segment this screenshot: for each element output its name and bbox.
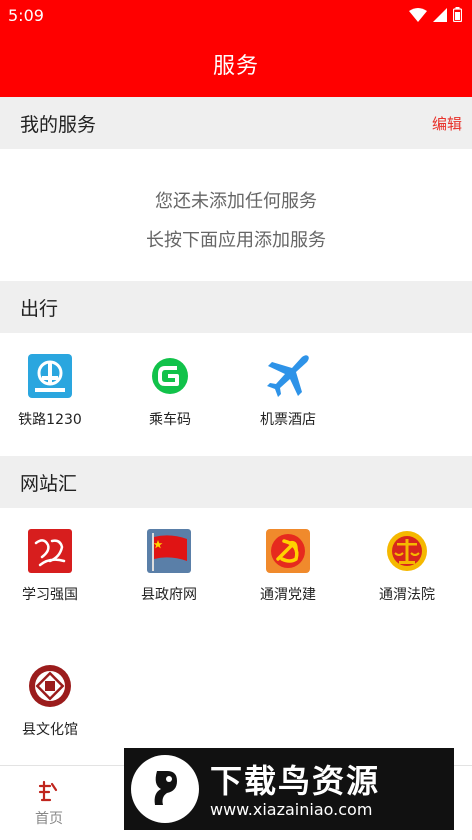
tile-flight-hotel[interactable]: 机票酒店: [238, 352, 338, 429]
my-services-header: 我的服务 编辑: [0, 97, 472, 149]
edit-button[interactable]: 编辑: [432, 113, 462, 134]
bird-logo-icon: [131, 755, 199, 823]
nav-home-label: 首页: [35, 811, 63, 827]
tile-label: 通渭法院: [379, 587, 435, 603]
tile-county-gov[interactable]: 县政府网: [119, 527, 219, 604]
tile-label: 乘车码: [149, 412, 191, 428]
tile-label: 通渭党建: [260, 587, 316, 603]
watermark-url: www.xiazainiao.com: [210, 800, 373, 819]
tile-label: 铁路1230: [18, 412, 82, 428]
travel-header: 出行: [0, 281, 472, 333]
tile-label: 县文化馆: [22, 722, 78, 738]
xuexi-qiangguo-icon: [28, 529, 72, 573]
status-icons: [409, 7, 462, 22]
tile-ride-code[interactable]: 乘车码: [120, 352, 220, 429]
websites-header: 网站汇: [0, 456, 472, 508]
tile-label: 学习强国: [22, 587, 78, 603]
travel-title: 出行: [20, 298, 59, 320]
empty-hint-line1: 您还未添加任何服务: [155, 191, 317, 212]
wifi-icon: [409, 7, 427, 22]
culture-center-icon: [29, 665, 71, 707]
websites-title: 网站汇: [20, 473, 78, 495]
home-logo-icon: [38, 780, 58, 802]
tile-railway[interactable]: 铁路1230: [0, 352, 100, 429]
app-header: 5:09 服务: [0, 0, 472, 97]
watermark-title: 下载鸟资源: [210, 762, 381, 800]
tile-court[interactable]: 通渭法院: [357, 527, 457, 604]
tile-label: 县政府网: [141, 587, 197, 603]
empty-hint-line2: 长按下面应用添加服务: [146, 230, 326, 251]
page-title: 服务: [212, 54, 259, 79]
watermark-banner: 下载鸟资源 www.xiazainiao.com: [124, 748, 454, 830]
signal-icon: [433, 7, 447, 22]
my-services-title: 我的服务: [20, 114, 97, 136]
nav-home[interactable]: 首页: [22, 780, 76, 828]
tile-culture-center[interactable]: 县文化馆: [0, 662, 100, 739]
tile-xuexi[interactable]: 学习强国: [0, 527, 100, 604]
court-emblem-icon: [387, 531, 427, 571]
party-building-icon: [266, 529, 310, 573]
county-government-icon: [147, 529, 191, 573]
railway-icon: [28, 354, 72, 398]
ride-code-icon: [152, 358, 188, 394]
battery-icon: [453, 7, 462, 22]
tile-party-building[interactable]: 通渭党建: [238, 527, 338, 604]
airplane-icon: [267, 355, 309, 397]
tile-label: 机票酒店: [260, 412, 316, 428]
status-time: 5:09: [8, 6, 44, 25]
